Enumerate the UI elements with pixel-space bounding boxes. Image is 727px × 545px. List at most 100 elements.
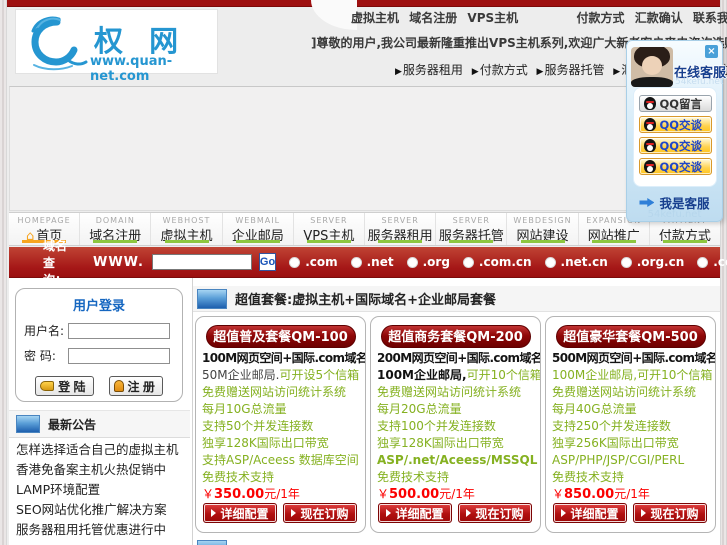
- tld-option-cc[interactable]: .cc: [697, 255, 727, 269]
- tld-option-org[interactable]: .org: [406, 255, 450, 269]
- customer-service-panel: × 在线客服 54kefu.net QQ留言 QQ交谈 QQ交谈 QQ交谈 我是…: [626, 40, 726, 222]
- nav-item-webhost[interactable]: WEBHOST 虚拟主机: [151, 213, 223, 245]
- quick-link[interactable]: 虚拟主机: [351, 11, 399, 25]
- tld-radio[interactable]: [350, 256, 362, 268]
- package-support-line: 免费技术支持: [377, 471, 450, 484]
- tld-radio[interactable]: [697, 256, 709, 268]
- nav-underline: [378, 240, 423, 243]
- package-price: ￥350.00元/1年: [202, 488, 300, 501]
- key-icon: [40, 381, 55, 391]
- package-price: ￥850.00元/1年: [552, 488, 650, 501]
- package-headline: 500M网页空间+国际.com域名: [552, 352, 715, 365]
- package-price: ￥500.00元/1年: [377, 488, 475, 501]
- nav-en-label: WEBDESIGN: [513, 216, 572, 225]
- news-list-item[interactable]: SEO网站优化推广解决方案: [9, 498, 190, 518]
- quick-link[interactable]: 汇款确认: [635, 11, 683, 25]
- tld-option-net[interactable]: .net: [350, 255, 394, 269]
- quick-link[interactable]: VPS主机: [467, 11, 518, 25]
- nav-item-server-host[interactable]: SERVER 服务器托管: [436, 213, 508, 245]
- arrow-icon: [639, 198, 655, 207]
- package-buttons-row: 详细配置 现在订购: [553, 503, 707, 523]
- username-field[interactable]: [68, 322, 170, 339]
- package-database-line: 支持ASP/Aceess 数据库空间: [202, 454, 359, 467]
- package-cards-row: 超值普及套餐QM-100 100M网页空间+国际.com域名 50M企业邮局.可…: [195, 316, 716, 533]
- package-card-qm500: 超值豪华套餐QM-500 500M网页空间+国际.com域名 100M企业邮局,…: [545, 316, 716, 533]
- qq-message-button[interactable]: QQ留言: [638, 95, 712, 112]
- arrow-bullet-icon: ▶: [536, 67, 544, 77]
- sidebar-divider: [192, 278, 193, 545]
- nav-item-vps[interactable]: SERVER VPS主机: [294, 213, 366, 245]
- package-support-line: 免费技术支持: [202, 471, 275, 484]
- detail-config-button[interactable]: 详细配置: [378, 503, 452, 523]
- login-button[interactable]: 登 陆: [35, 376, 94, 396]
- tld-radio[interactable]: [289, 256, 301, 268]
- close-icon[interactable]: ×: [705, 45, 718, 58]
- nav-en-label: DOMAIN: [95, 216, 135, 225]
- domain-search-input[interactable]: [151, 254, 252, 270]
- www-prefix: WWW.: [93, 254, 144, 270]
- qq-chat-button[interactable]: QQ交谈: [638, 137, 712, 154]
- package-connections-line: 支持250个并发连接数: [552, 420, 671, 433]
- order-now-button[interactable]: 现在订购: [283, 503, 357, 523]
- order-now-button[interactable]: 现在订购: [458, 503, 532, 523]
- quick-link[interactable]: 付款方式: [577, 11, 625, 25]
- tld-option-net-cn[interactable]: .net.cn: [544, 255, 608, 269]
- domain-search-bar: 域名查询： WWW. Go .com .net .org .com.cn .ne…: [9, 239, 727, 287]
- triangle-icon: [561, 509, 567, 517]
- triangle-icon: [466, 509, 472, 517]
- package-connections-line: 支持100个并发连接数: [377, 420, 496, 433]
- quick-link[interactable]: 联系我们: [693, 11, 727, 25]
- tld-option-com[interactable]: .com: [289, 255, 338, 269]
- arrow-link[interactable]: 服务器托管: [544, 63, 604, 77]
- banner-placeholder: [9, 86, 720, 211]
- triangle-icon: [211, 509, 217, 517]
- package-title-badge: 超值豪华套餐QM-500: [555, 325, 706, 348]
- package-traffic-line: 每月40G总流量: [552, 403, 637, 416]
- register-button[interactable]: 注 册: [108, 376, 163, 396]
- news-list-item[interactable]: 香港免备案主机火热促销中: [9, 458, 190, 478]
- package-title-badge: 超值普及套餐QM-100: [205, 325, 356, 348]
- package-connections-line: 支持50个并发连接数: [202, 420, 314, 433]
- arrow-link[interactable]: 付款方式: [480, 63, 528, 77]
- nav-item-domain[interactable]: DOMAIN 域名注册: [80, 213, 152, 245]
- username-label: 用户名:: [24, 324, 65, 338]
- qq-chat-button[interactable]: QQ交谈: [638, 158, 712, 175]
- news-list: 怎样选择适合自己的虚拟主机 香港免备案主机火热促销中 LAMP环境配置 SEO网…: [9, 438, 190, 538]
- tld-option-org-cn[interactable]: .org.cn: [620, 255, 684, 269]
- watermark-text: 54kefu.net: [675, 77, 724, 87]
- order-now-button[interactable]: 现在订购: [633, 503, 707, 523]
- detail-config-button[interactable]: 详细配置: [553, 503, 627, 523]
- tld-radio[interactable]: [406, 256, 418, 268]
- package-gift-line: 免费赠送网站访问统计系统: [552, 386, 697, 399]
- logo-swirl-icon: [26, 15, 88, 75]
- qq-buttons-box: QQ留言 QQ交谈 QQ交谈 QQ交谈: [633, 87, 717, 187]
- tld-option-com-cn[interactable]: .com.cn: [462, 255, 532, 269]
- nav-item-webdesign[interactable]: WEBDESIGN 网站建设: [507, 213, 579, 245]
- package-card-qm200: 超值商务套餐QM-200 200M网页空间+国际.com域名 100M企业邮局,…: [370, 316, 541, 533]
- package-headline: 100M网页空间+国际.com域名: [202, 352, 365, 365]
- news-list-item[interactable]: 服务器租用托管优惠进行中: [9, 518, 190, 538]
- news-list-item[interactable]: LAMP环境配置: [9, 478, 190, 498]
- login-title: 用户登录: [72, 299, 125, 314]
- detail-config-button[interactable]: 详细配置: [203, 503, 277, 523]
- password-field[interactable]: [68, 347, 170, 364]
- main-navigation: HOMEPAGE ⌂ 首页 DOMAIN 域名注册 WEBHOST 虚拟主机 WE…: [9, 212, 720, 246]
- news-list-item[interactable]: 怎样选择适合自己的虚拟主机: [9, 438, 190, 458]
- quick-link[interactable]: 域名注册: [409, 11, 457, 25]
- username-row: 用户名:: [24, 322, 182, 339]
- logo-link[interactable]: 权 网 www.quan-net.com: [15, 9, 218, 84]
- go-button[interactable]: Go: [258, 253, 277, 271]
- arrow-link[interactable]: 服务器租用: [403, 63, 463, 77]
- tld-radio[interactable]: [462, 256, 474, 268]
- package-bandwidth-line: 独享256K国际出口带宽: [552, 437, 679, 450]
- tld-radio[interactable]: [544, 256, 556, 268]
- nav-underline: [449, 240, 494, 243]
- password-label: 密 码:: [24, 349, 56, 363]
- nav-item-webmail[interactable]: WEBMAIL 企业邮局: [223, 213, 294, 245]
- tld-radio[interactable]: [620, 256, 632, 268]
- nav-item-server-rent[interactable]: SERVER 服务器租用: [365, 213, 437, 245]
- news-section-title: 最新公告: [48, 417, 97, 432]
- package-traffic-line: 每月10G总流量: [202, 403, 287, 416]
- nav-en-label: SERVER: [381, 216, 419, 225]
- qq-chat-button[interactable]: QQ交谈: [638, 116, 712, 133]
